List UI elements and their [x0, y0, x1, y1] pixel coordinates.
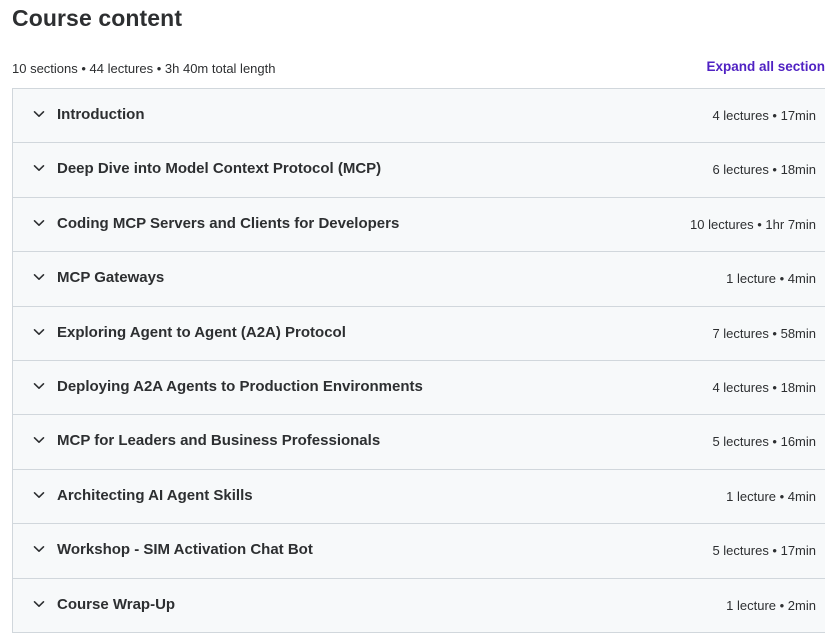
section-title: MCP for Leaders and Business Professiona…: [57, 432, 381, 450]
chevron-down-icon: [33, 328, 45, 335]
chevron-down-icon: [33, 165, 45, 172]
section-title: Exploring Agent to Agent (A2A) Protocol: [57, 323, 346, 341]
chevron-down-icon: [33, 274, 45, 281]
section-title: Course Wrap-Up: [57, 595, 176, 613]
section-meta: 4 lectures • 17min: [712, 108, 816, 123]
section-item[interactable]: Exploring Agent to Agent (A2A) Protocol …: [13, 306, 825, 361]
section-item[interactable]: Architecting AI Agent Skills 1 lecture •…: [13, 469, 825, 525]
section-meta: 7 lectures • 58min: [712, 325, 816, 341]
section-title: Coding MCP Servers and Clients for Devel…: [57, 214, 400, 232]
section-title: MCP Gateways: [57, 269, 165, 287]
expand-all-sections-button[interactable]: Expand all section: [706, 59, 825, 74]
section-item[interactable]: Coding MCP Servers and Clients for Devel…: [13, 197, 825, 253]
course-summary: 10 sections • 44 lectures • 3h 40m total…: [12, 61, 276, 76]
chevron-down-icon: [33, 546, 45, 553]
section-title: Introduction: [57, 106, 145, 123]
section-title: Workshop - SIM Activation Chat Bot: [57, 541, 313, 559]
chevron-down-icon: [33, 219, 45, 226]
chevron-down-icon: [33, 382, 45, 389]
section-meta: 4 lectures • 18min: [712, 379, 816, 395]
section-meta: 5 lectures • 17min: [712, 543, 816, 559]
section-meta: 1 lecture • 2min: [726, 597, 816, 613]
section-title: Architecting AI Agent Skills: [57, 486, 253, 504]
section-item[interactable]: Deploying A2A Agents to Production Envir…: [13, 360, 825, 416]
section-meta: 10 lectures • 1hr 7min: [690, 216, 816, 232]
section-meta: 5 lectures • 16min: [712, 434, 816, 450]
section-item[interactable]: Introduction 4 lectures • 17min: [13, 89, 825, 144]
course-summary-row: 10 sections • 44 lectures • 3h 40m total…: [12, 59, 825, 79]
chevron-down-icon: [33, 111, 45, 117]
course-content-page: Course content 10 sections • 44 lectures…: [0, 0, 825, 643]
section-item[interactable]: Deep Dive into Model Context Protocol (M…: [13, 143, 825, 198]
chevron-down-icon: [33, 600, 45, 607]
section-meta: 6 lectures • 18min: [712, 162, 816, 178]
chevron-down-icon: [33, 491, 45, 498]
section-meta: 1 lecture • 4min: [726, 271, 816, 287]
page-title: Course content: [12, 5, 183, 31]
chevron-down-icon: [33, 437, 45, 444]
section-item[interactable]: MCP Gateways 1 lecture • 4min: [13, 252, 825, 307]
section-item[interactable]: Course Wrap-Up 1 lecture • 2min: [13, 578, 825, 633]
section-meta: 1 lecture • 4min: [726, 488, 816, 504]
sections-list: Introduction 4 lectures • 17min Deep Div…: [12, 88, 825, 633]
section-title: Deep Dive into Model Context Protocol (M…: [57, 160, 382, 178]
section-item[interactable]: MCP for Leaders and Business Professiona…: [13, 415, 825, 470]
section-item[interactable]: Workshop - SIM Activation Chat Bot 5 lec…: [13, 524, 825, 579]
section-title: Deploying A2A Agents to Production Envir…: [57, 377, 423, 395]
